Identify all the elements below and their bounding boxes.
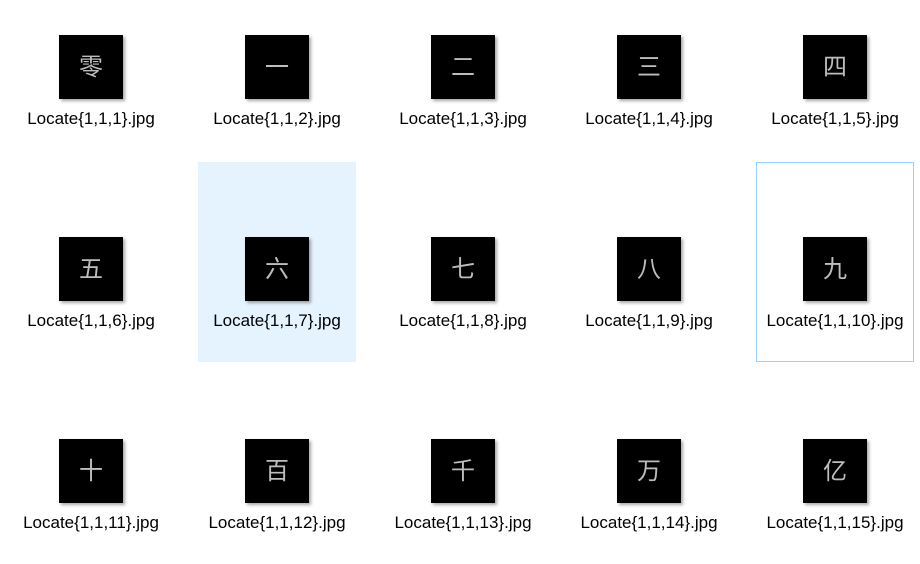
file-name-label: Locate{1,1,10}.jpg — [766, 311, 904, 330]
file-item[interactable]: 百 Locate{1,1,12}.jpg — [198, 364, 356, 564]
file-name-label: Locate{1,1,15}.jpg — [766, 513, 904, 532]
image-thumbnail: 十 — [59, 439, 123, 503]
image-thumbnail: 七 — [431, 237, 495, 301]
thumbnail-glyph: 四 — [823, 53, 847, 81]
thumbnail-glyph: 千 — [451, 457, 475, 485]
image-thumbnail: 六 — [245, 237, 309, 301]
file-item[interactable]: 零 Locate{1,1,1}.jpg — [12, 0, 170, 160]
file-grid: 零 Locate{1,1,1}.jpg 一 Locate{1,1,2}.jpg … — [0, 0, 920, 564]
file-item[interactable]: 万 Locate{1,1,14}.jpg — [570, 364, 728, 564]
image-thumbnail: 亿 — [803, 439, 867, 503]
file-item-focused[interactable]: 九 Locate{1,1,10}.jpg — [756, 162, 914, 362]
thumbnail-glyph: 一 — [265, 53, 289, 81]
thumbnail-glyph: 零 — [79, 53, 103, 81]
thumbnail-glyph: 三 — [637, 53, 661, 81]
image-thumbnail: 三 — [617, 35, 681, 99]
thumbnail-glyph: 六 — [265, 255, 289, 283]
file-item[interactable]: 八 Locate{1,1,9}.jpg — [570, 162, 728, 362]
file-item[interactable]: 一 Locate{1,1,2}.jpg — [198, 0, 356, 160]
image-thumbnail: 九 — [803, 237, 867, 301]
image-thumbnail: 千 — [431, 439, 495, 503]
thumbnail-glyph: 百 — [265, 457, 289, 485]
file-name-label: Locate{1,1,8}.jpg — [399, 311, 527, 330]
thumbnail-glyph: 八 — [637, 255, 661, 283]
thumbnail-glyph: 九 — [823, 255, 847, 283]
image-thumbnail: 四 — [803, 35, 867, 99]
file-item[interactable]: 二 Locate{1,1,3}.jpg — [384, 0, 542, 160]
file-name-label: Locate{1,1,12}.jpg — [208, 513, 346, 532]
thumbnail-glyph: 五 — [79, 255, 103, 283]
file-name-label: Locate{1,1,13}.jpg — [394, 513, 532, 532]
thumbnail-glyph: 二 — [451, 53, 475, 81]
thumbnail-glyph: 亿 — [823, 457, 847, 485]
file-item[interactable]: 十 Locate{1,1,11}.jpg — [12, 364, 170, 564]
image-thumbnail: 百 — [245, 439, 309, 503]
file-name-label: Locate{1,1,1}.jpg — [27, 109, 155, 128]
file-name-label: Locate{1,1,11}.jpg — [23, 513, 159, 532]
file-item[interactable]: 五 Locate{1,1,6}.jpg — [12, 162, 170, 362]
file-name-label: Locate{1,1,2}.jpg — [213, 109, 341, 128]
image-thumbnail: 一 — [245, 35, 309, 99]
file-name-label: Locate{1,1,6}.jpg — [27, 311, 155, 330]
image-thumbnail: 零 — [59, 35, 123, 99]
file-item-selected[interactable]: 六 Locate{1,1,7}.jpg — [198, 162, 356, 362]
image-thumbnail: 五 — [59, 237, 123, 301]
file-name-label: Locate{1,1,5}.jpg — [771, 109, 899, 128]
file-item[interactable]: 四 Locate{1,1,5}.jpg — [756, 0, 914, 160]
thumbnail-glyph: 十 — [79, 457, 103, 485]
file-name-label: Locate{1,1,7}.jpg — [213, 311, 341, 330]
image-thumbnail: 二 — [431, 35, 495, 99]
file-name-label: Locate{1,1,4}.jpg — [585, 109, 713, 128]
file-name-label: Locate{1,1,9}.jpg — [585, 311, 713, 330]
thumbnail-glyph: 七 — [451, 255, 475, 283]
file-item[interactable]: 亿 Locate{1,1,15}.jpg — [756, 364, 914, 564]
file-name-label: Locate{1,1,14}.jpg — [580, 513, 718, 532]
file-item[interactable]: 三 Locate{1,1,4}.jpg — [570, 0, 728, 160]
image-thumbnail: 万 — [617, 439, 681, 503]
file-item[interactable]: 七 Locate{1,1,8}.jpg — [384, 162, 542, 362]
file-name-label: Locate{1,1,3}.jpg — [399, 109, 527, 128]
thumbnail-glyph: 万 — [637, 457, 661, 485]
image-thumbnail: 八 — [617, 237, 681, 301]
file-item[interactable]: 千 Locate{1,1,13}.jpg — [384, 364, 542, 564]
